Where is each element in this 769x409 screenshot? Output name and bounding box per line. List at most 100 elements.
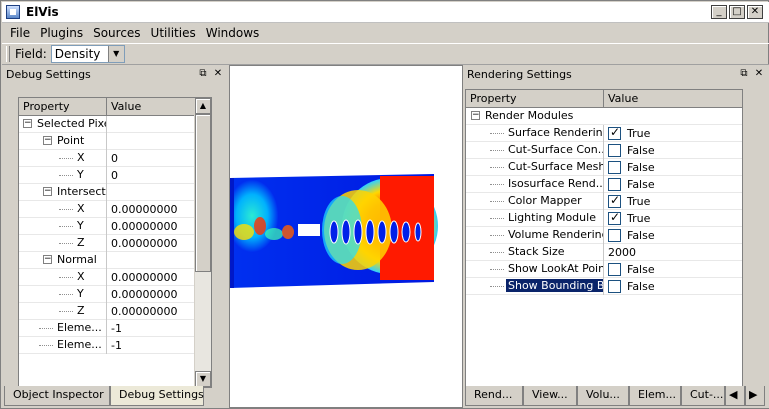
title-bar[interactable]: ElVis _ □ ✕ bbox=[2, 2, 769, 23]
tab-object-inspector[interactable]: Object Inspector bbox=[4, 386, 110, 406]
tree-row[interactable]: Y 0.00000000 bbox=[19, 285, 211, 303]
tab-volume[interactable]: Volu... bbox=[577, 386, 629, 406]
tree-connector bbox=[59, 208, 73, 210]
tab-scroll-right-icon[interactable]: ▶ bbox=[745, 386, 765, 406]
render-module-row[interactable]: Cut-Surface Con... False bbox=[466, 141, 742, 159]
tree-row[interactable]: Z 0.00000000 bbox=[19, 302, 211, 320]
tab-debug-settings[interactable]: Debug Settings bbox=[110, 386, 204, 406]
tree-row[interactable]: X 0.00000000 bbox=[19, 200, 211, 218]
menu-utilities[interactable]: Utilities bbox=[146, 26, 201, 40]
collapse-icon[interactable]: − bbox=[43, 254, 52, 264]
float-icon[interactable]: ⧉ bbox=[197, 68, 209, 80]
checkbox[interactable] bbox=[608, 262, 621, 276]
column-header-property[interactable]: Property bbox=[19, 98, 107, 115]
checkbox[interactable] bbox=[608, 193, 621, 208]
tree-connector bbox=[59, 310, 73, 312]
column-header-value[interactable]: Value bbox=[604, 90, 742, 107]
tree-row[interactable]: Z 0.00000000 bbox=[19, 234, 211, 252]
collapse-icon[interactable]: − bbox=[23, 118, 32, 128]
checkbox[interactable] bbox=[608, 160, 621, 174]
scroll-thumb[interactable] bbox=[195, 114, 211, 272]
menu-windows[interactable]: Windows bbox=[201, 26, 265, 40]
checkbox[interactable] bbox=[608, 143, 621, 157]
property-label: Lighting Module bbox=[508, 210, 596, 224]
render-module-row[interactable]: Lighting Module True bbox=[466, 209, 742, 227]
float-icon[interactable]: ⧉ bbox=[738, 68, 750, 80]
close-button[interactable]: ✕ bbox=[747, 5, 763, 19]
tree-group-row[interactable]: − Render Modules bbox=[466, 108, 742, 125]
tree-header: Property Value bbox=[19, 98, 211, 116]
tree-row[interactable]: − Selected Pixel bbox=[19, 115, 211, 133]
property-label: Selected Pixel bbox=[37, 116, 107, 130]
tree-row[interactable]: −Intersection Point bbox=[19, 183, 211, 201]
tree-connector bbox=[490, 166, 504, 168]
tree-row[interactable]: − Point bbox=[19, 132, 211, 150]
property-label: Stack Size bbox=[508, 244, 565, 258]
tree-connector bbox=[490, 285, 504, 287]
scroll-down-button[interactable]: ▼ bbox=[195, 371, 211, 387]
render-viewport[interactable] bbox=[226, 65, 463, 408]
menu-plugins[interactable]: Plugins bbox=[35, 26, 88, 40]
checkbox[interactable] bbox=[608, 210, 621, 225]
tree-connector bbox=[490, 149, 504, 151]
tree-connector bbox=[490, 183, 504, 185]
render-module-row[interactable]: Surface Rendering True bbox=[466, 124, 742, 142]
checkbox[interactable] bbox=[608, 125, 621, 140]
tree-connector bbox=[490, 217, 504, 219]
property-value: False bbox=[627, 177, 655, 191]
close-icon[interactable]: ✕ bbox=[753, 68, 765, 80]
tree-row[interactable]: − Normal bbox=[19, 251, 211, 269]
minimize-button[interactable]: _ bbox=[711, 5, 727, 19]
property-label: X bbox=[77, 201, 85, 215]
checkbox[interactable] bbox=[608, 177, 621, 191]
toolbar-grip[interactable] bbox=[6, 46, 10, 62]
property-label: Volume Rendering bbox=[508, 227, 604, 241]
checkbox[interactable] bbox=[608, 228, 621, 242]
render-module-row[interactable]: Cut-Surface Mesh False bbox=[466, 158, 742, 176]
tab-cut-surface[interactable]: Cut-... bbox=[681, 386, 725, 406]
field-toolbar: Field: Density ▼ bbox=[2, 43, 769, 65]
render-module-row[interactable]: Color Mapper True bbox=[466, 192, 742, 210]
render-module-row[interactable]: Show Bounding B... False bbox=[466, 277, 742, 295]
debug-scrollbar[interactable]: ▲ ▼ bbox=[194, 98, 211, 387]
property-value: 0.00000000 bbox=[111, 219, 178, 233]
checkbox[interactable] bbox=[608, 279, 621, 293]
collapse-icon[interactable]: − bbox=[43, 135, 52, 145]
menu-file[interactable]: File bbox=[5, 26, 35, 40]
property-value: False bbox=[627, 160, 655, 174]
close-icon[interactable]: ✕ bbox=[212, 68, 224, 80]
tree-row[interactable]: Eleme... -1 bbox=[19, 336, 211, 354]
column-header-value[interactable]: Value bbox=[107, 98, 197, 115]
tree-row[interactable]: Y0 bbox=[19, 166, 211, 184]
tree-row[interactable]: X0 bbox=[19, 149, 211, 167]
property-value: False bbox=[627, 262, 655, 276]
property-label: Y bbox=[77, 286, 84, 300]
dock-header: Debug Settings ⧉ ✕ bbox=[2, 65, 228, 85]
tree-row[interactable]: X 0.00000000 bbox=[19, 268, 211, 286]
tree-connector bbox=[59, 276, 73, 278]
render-module-row[interactable]: Stack Size 2000 bbox=[466, 243, 742, 261]
chevron-down-icon[interactable]: ▼ bbox=[107, 46, 124, 62]
tab-scroll-left-icon[interactable]: ◀ bbox=[725, 386, 745, 406]
tree-row[interactable]: Eleme... -1 bbox=[19, 319, 211, 337]
column-header-property[interactable]: Property bbox=[466, 90, 604, 107]
property-value: 0.00000000 bbox=[111, 202, 178, 216]
maximize-button[interactable]: □ bbox=[729, 5, 745, 19]
property-label: Color Mapper bbox=[508, 193, 582, 207]
group-label: Render Modules bbox=[485, 108, 574, 122]
tree-row[interactable]: Y 0.00000000 bbox=[19, 217, 211, 235]
render-module-row[interactable]: Isosurface Rend... False bbox=[466, 175, 742, 193]
tab-view[interactable]: View... bbox=[523, 386, 577, 406]
collapse-icon[interactable]: − bbox=[471, 110, 480, 120]
property-value bbox=[107, 184, 195, 201]
render-module-row[interactable]: Volume Rendering False bbox=[466, 226, 742, 244]
debug-dock-tabs: Object Inspector Debug Settings bbox=[4, 386, 204, 406]
scroll-up-button[interactable]: ▲ bbox=[195, 98, 211, 114]
menu-sources[interactable]: Sources bbox=[88, 26, 145, 40]
property-label: Y bbox=[77, 218, 84, 232]
tab-element[interactable]: Elem... bbox=[629, 386, 681, 406]
field-select[interactable]: Density ▼ bbox=[50, 45, 125, 63]
collapse-icon[interactable]: − bbox=[43, 186, 52, 196]
tab-render[interactable]: Rend... bbox=[465, 386, 523, 406]
render-module-row[interactable]: Show LookAt Point False bbox=[466, 260, 742, 278]
